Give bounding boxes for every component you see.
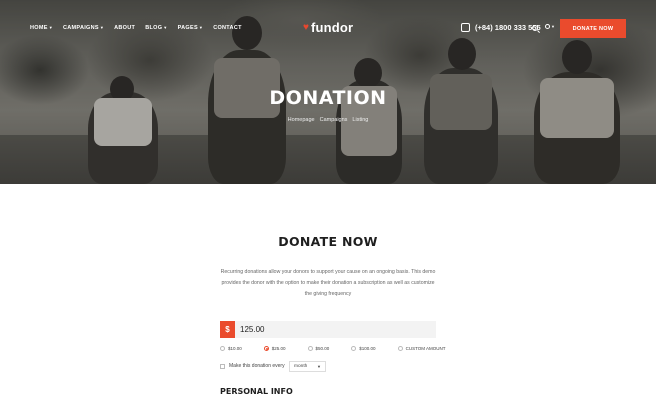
radio-button[interactable] <box>263 346 269 351</box>
menu-label: BLOG <box>145 25 163 31</box>
recurring-checkbox[interactable] <box>220 363 225 369</box>
donate-description: Recurring donations allow your donors to… <box>220 269 436 297</box>
amount-option-label: $10.00 <box>228 346 242 351</box>
amount-option-10[interactable]: $10.00 <box>220 346 242 351</box>
menu-label: CAMPAIGNS <box>62 25 99 31</box>
chevron-down-icon: ▼ <box>48 25 53 30</box>
menu-item-contact[interactable]: CONTACT <box>213 25 242 31</box>
search-icon[interactable] <box>532 25 538 31</box>
site-logo[interactable]: ♥ fundor <box>303 20 353 35</box>
currency-symbol: $ <box>220 321 235 338</box>
donate-now-button[interactable]: DONATE NOW <box>560 19 626 38</box>
donate-section-title: DONATE NOW <box>278 234 378 249</box>
phone-number: (+84) 1800 333 555 <box>475 23 541 32</box>
amount-field[interactable]: $ 125.00 <box>220 321 436 338</box>
phone-icon <box>461 23 470 32</box>
amount-options: $10.00 $25.00 $50.00 $100.00 CUSTOM AMOU… <box>220 346 468 351</box>
heart-icon: ♥ <box>303 21 309 33</box>
menu-item-blog[interactable]: BLOG▼ <box>145 25 167 31</box>
radio-button[interactable] <box>397 346 403 351</box>
radio-button[interactable] <box>307 346 313 351</box>
amount-option-custom[interactable]: CUSTOM AMOUNT <box>397 346 446 351</box>
user-icon <box>545 24 550 29</box>
menu-item-home[interactable]: HOME▼ <box>30 25 53 31</box>
amount-option-label: $100.00 <box>359 346 376 351</box>
chevron-down-icon: ▼ <box>163 25 168 30</box>
amount-option-label: $50.00 <box>315 346 330 351</box>
breadcrumb-campaigns[interactable]: Campaigns <box>320 117 348 123</box>
top-navigation: HOME▼ CAMPAIGNS▼ ABOUT BLOG▼ PAGES▼ CONT… <box>0 18 656 40</box>
amount-value[interactable]: 125.00 <box>240 325 264 334</box>
user-menu[interactable]: ▼ <box>545 24 555 29</box>
recurring-donation[interactable]: Make this donation every <box>220 363 285 369</box>
personal-info-heading: PERSONAL INFO <box>220 387 293 396</box>
menu-item-pages[interactable]: PAGES▼ <box>178 25 204 31</box>
chevron-down-icon: ▼ <box>99 25 105 30</box>
menu-label: ABOUT <box>114 25 136 31</box>
chevron-down-icon: ▼ <box>317 364 321 369</box>
menu-item-about[interactable]: ABOUT <box>114 25 135 31</box>
page-title: DONATION <box>269 87 387 109</box>
breadcrumb: Homepage Campaigns Listing <box>0 117 656 123</box>
chevron-down-icon: ▼ <box>551 24 555 29</box>
recurring-label: Make this donation every <box>229 363 285 369</box>
amount-option-label: CUSTOM AMOUNT <box>405 346 446 351</box>
frequency-value: month <box>294 364 308 369</box>
frequency-select[interactable]: month ▼ <box>289 361 326 372</box>
amount-option-100[interactable]: $100.00 <box>351 346 376 351</box>
phone-contact[interactable]: (+84) 1800 333 555 <box>461 23 541 32</box>
main-menu: HOME▼ CAMPAIGNS▼ ABOUT BLOG▼ PAGES▼ CONT… <box>30 25 242 31</box>
amount-option-50[interactable]: $50.00 <box>307 346 330 351</box>
menu-label: HOME <box>30 25 48 31</box>
menu-label: PAGES <box>177 25 198 31</box>
menu-item-campaigns[interactable]: CAMPAIGNS▼ <box>63 25 104 31</box>
menu-label: CONTACT <box>213 25 242 31</box>
hero-banner: HOME▼ CAMPAIGNS▼ ABOUT BLOG▼ PAGES▼ CONT… <box>0 0 656 184</box>
logo-text: fundor <box>310 20 354 35</box>
breadcrumb-homepage[interactable]: Homepage <box>288 117 315 123</box>
amount-option-25[interactable]: $25.00 <box>263 346 286 351</box>
breadcrumb-listing: Listing <box>352 117 369 123</box>
chevron-down-icon: ▼ <box>198 25 204 30</box>
radio-button[interactable] <box>220 346 225 351</box>
amount-option-label: $25.00 <box>271 346 286 351</box>
radio-button[interactable] <box>351 346 357 351</box>
